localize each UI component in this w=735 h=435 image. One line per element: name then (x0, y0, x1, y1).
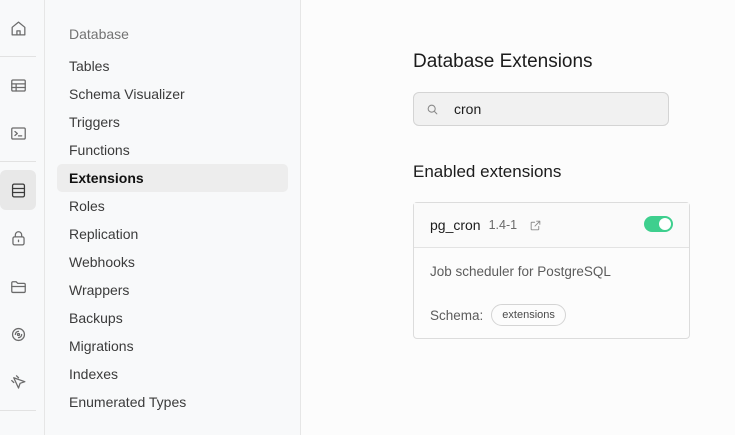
external-link-button[interactable] (529, 219, 542, 232)
menu-item-webhooks[interactable]: Webhooks (57, 248, 288, 276)
menu-item-tables[interactable]: Tables (57, 52, 288, 80)
extension-card-header: pg_cron 1.4-1 (414, 203, 689, 248)
menu-item-wrappers[interactable]: Wrappers (57, 276, 288, 304)
menu-item-indexes[interactable]: Indexes (57, 360, 288, 388)
menu-item-triggers[interactable]: Triggers (57, 108, 288, 136)
section-title: Enabled extensions (413, 162, 562, 181)
icon-rail (0, 0, 45, 435)
rail-divider (0, 161, 36, 162)
menu-item-extensions[interactable]: Extensions (57, 164, 288, 192)
rail-auth-button[interactable] (0, 218, 36, 258)
database-menu: Database Tables Schema Visualizer Trigge… (45, 0, 301, 435)
schema-badge: extensions (491, 304, 566, 326)
page-title: Database Extensions (413, 51, 593, 72)
extension-enabled-toggle[interactable] (644, 216, 673, 232)
extension-card: pg_cron 1.4-1 Job scheduler for PostgreS… (413, 202, 690, 339)
edge-functions-icon (10, 374, 25, 389)
search-icon (427, 104, 438, 114)
rail-realtime-button[interactable] (0, 314, 36, 354)
extension-description: Job scheduler for PostgreSQL (430, 264, 611, 279)
rail-database-button[interactable] (0, 170, 36, 210)
menu-item-roles[interactable]: Roles (57, 192, 288, 220)
menu-heading: Database (69, 26, 129, 42)
table-editor-icon (10, 78, 26, 92)
rail-edge-functions-button[interactable] (0, 362, 36, 402)
rail-storage-button[interactable] (0, 266, 36, 306)
rail-divider (0, 410, 36, 411)
schema-row: Schema: extensions (430, 304, 566, 326)
extension-name: pg_cron (430, 217, 481, 233)
sql-editor-icon (10, 126, 26, 140)
rail-table-editor-button[interactable] (0, 65, 36, 105)
main-content: Database Extensions Enabled extensions p… (301, 0, 735, 435)
menu-item-functions[interactable]: Functions (57, 136, 288, 164)
extension-version: 1.4-1 (488, 218, 518, 232)
menu-item-migrations[interactable]: Migrations (57, 332, 288, 360)
storage-folder-icon (10, 280, 26, 293)
auth-lock-icon (11, 230, 25, 245)
database-icon (11, 183, 25, 197)
external-link-icon (530, 220, 541, 230)
schema-label: Schema: (430, 307, 484, 323)
menu-item-replication[interactable]: Replication (57, 220, 288, 248)
realtime-icon (11, 327, 25, 341)
menu-item-schema-visualizer[interactable]: Schema Visualizer (57, 80, 288, 108)
rail-divider (0, 56, 36, 57)
menu-item-backups[interactable]: Backups (57, 304, 288, 332)
search-input[interactable] (454, 101, 654, 117)
menu-item-enumerated-types[interactable]: Enumerated Types (57, 388, 288, 416)
menu-list: Tables Schema Visualizer Triggers Functi… (57, 52, 288, 416)
search-box[interactable] (413, 92, 669, 126)
rail-sql-editor-button[interactable] (0, 113, 36, 153)
home-icon (11, 21, 25, 35)
rail-home-button[interactable] (0, 8, 36, 48)
